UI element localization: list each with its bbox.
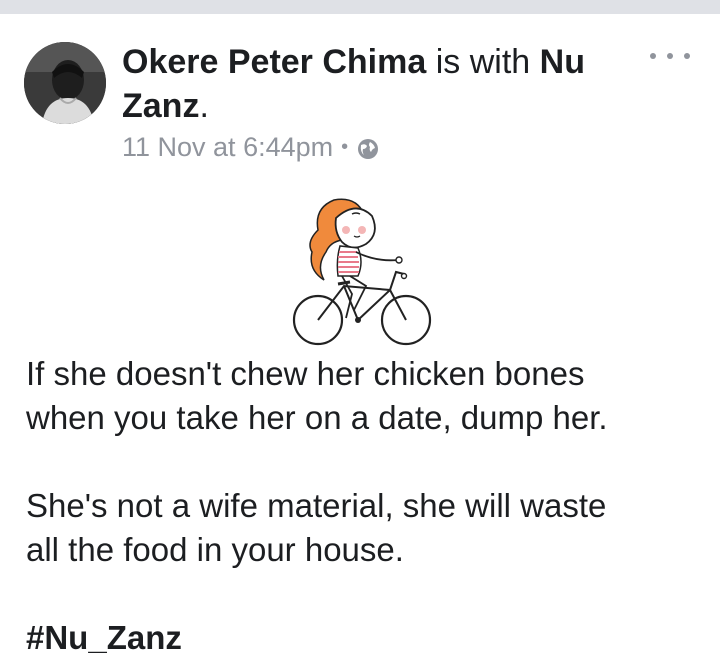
separator: • — [341, 136, 349, 158]
girl-on-bicycle-illustration — [286, 190, 436, 360]
post-body: If she doesn't chew her chicken bones wh… — [26, 352, 696, 660]
author-name[interactable]: Okere Peter Chima — [122, 43, 426, 81]
tagged-page-first[interactable]: Nu — [540, 43, 585, 81]
more-options-icon[interactable] — [650, 44, 690, 68]
body-line: She's not a wife material, she will wast… — [26, 487, 607, 524]
body-line: If she doesn't chew her chicken bones — [26, 355, 585, 392]
tagged-page-second[interactable]: Zanz — [122, 87, 199, 125]
period: . — [199, 87, 209, 125]
avatar[interactable] — [24, 42, 106, 124]
post-header: Okere Peter Chima is with Nu Zanz. — [122, 40, 622, 128]
post-meta: 11 Nov at 6:44pm • — [122, 130, 380, 164]
body-line: all the food in your house. — [26, 531, 404, 568]
post-card: Okere Peter Chima is with Nu Zanz. 11 No… — [0, 14, 720, 662]
with-text: is with — [435, 43, 531, 81]
hashtag-link[interactable]: #Nu_Zanz — [26, 616, 696, 660]
timestamp[interactable]: 11 Nov at 6:44pm — [122, 130, 333, 164]
body-line: when you take her on a date, dump her. — [26, 399, 608, 436]
globe-icon[interactable] — [356, 135, 380, 159]
top-strip — [0, 0, 720, 14]
